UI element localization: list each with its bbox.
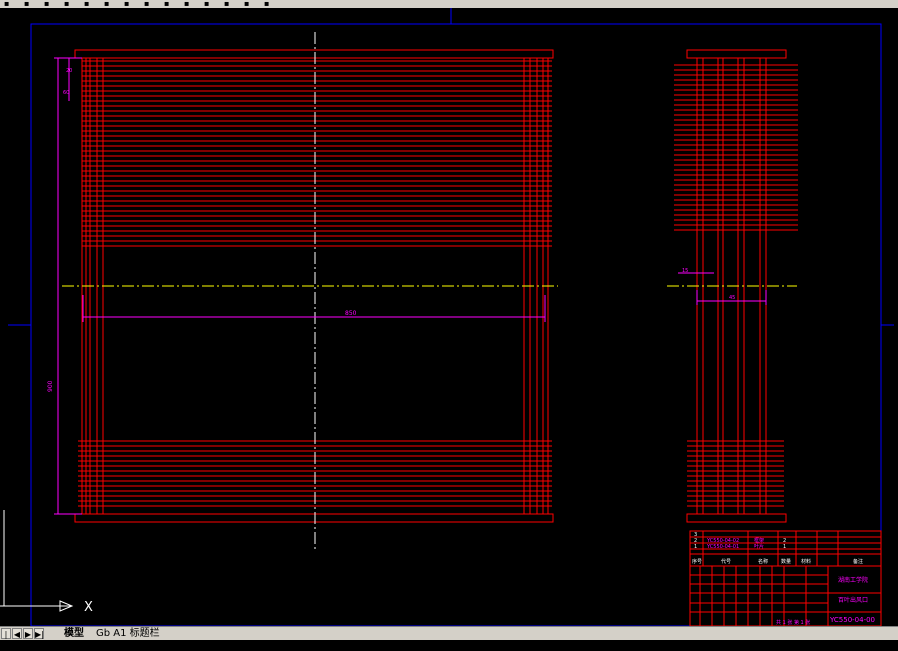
open-icon[interactable]: ▪ [24, 0, 34, 8]
side-small-dim-text: 15 [682, 268, 688, 274]
zoom-window-icon[interactable]: ▪ [164, 0, 174, 8]
save-icon[interactable]: ▪ [44, 0, 54, 8]
header-note: 备注 [853, 558, 863, 565]
top-small-dim-text-2: 60 [63, 90, 69, 96]
part-code: YC550-04-01 [706, 544, 739, 550]
part-no: 1 [694, 544, 697, 550]
tab-model[interactable]: 模型 [64, 628, 84, 639]
pan-icon[interactable]: ▪ [124, 0, 134, 8]
header-code: 代号 [721, 558, 731, 565]
drawing-name: 百叶出风口 [838, 596, 868, 604]
properties-icon[interactable]: ▪ [204, 0, 214, 8]
tool-palettes-icon[interactable]: ▪ [244, 0, 254, 8]
redo-icon[interactable]: ▪ [104, 0, 114, 8]
prev-tab-button[interactable]: ◀ [12, 628, 22, 639]
header-no: 序号 [692, 558, 702, 565]
part-name: 框架 [754, 537, 764, 544]
print-icon[interactable]: ▪ [64, 0, 74, 8]
ucs-x-label: X [84, 600, 93, 615]
drawing-number: YC550-04-00 [829, 616, 875, 624]
side-width-dim-text: 45 [729, 295, 735, 301]
undo-icon[interactable]: ▪ [84, 0, 94, 8]
zoom-icon[interactable]: ▪ [144, 0, 154, 8]
next-tab-button[interactable]: ▶ [23, 628, 33, 639]
design-center-icon[interactable]: ▪ [224, 0, 234, 8]
help-icon[interactable]: ▪ [264, 0, 274, 8]
company-name: 湖南工学院 [838, 576, 868, 584]
top-small-dim-text-1: 20 [66, 68, 72, 74]
drawing-canvas[interactable]: 85090020601545 32 YC550-04-02 框架 21 YC550-04… [0, 8, 898, 626]
header-name: 名称 [758, 558, 768, 565]
width-dimension-text: 850 [345, 310, 357, 317]
last-tab-button[interactable]: ▶| [34, 628, 44, 639]
part-name: 叶片 [754, 543, 764, 550]
sheet-count: 共 1 张 第 1 张 [776, 619, 810, 626]
part-qty: 1 [783, 544, 786, 550]
tab-gb-a1-title[interactable]: Gb A1 标题栏 [96, 628, 160, 639]
first-tab-button[interactable]: |◀ [1, 628, 11, 650]
height-dimension-text: 900 [47, 380, 54, 392]
new-icon[interactable]: ▪ [4, 0, 14, 8]
layout-tab-bar: |◀ ◀ ▶ ▶| 模型 Gb A1 标题栏 [0, 626, 898, 650]
header-material: 材料 [801, 558, 811, 565]
header-qty: 数量 [781, 558, 791, 565]
zoom-previous-icon[interactable]: ▪ [184, 0, 194, 8]
